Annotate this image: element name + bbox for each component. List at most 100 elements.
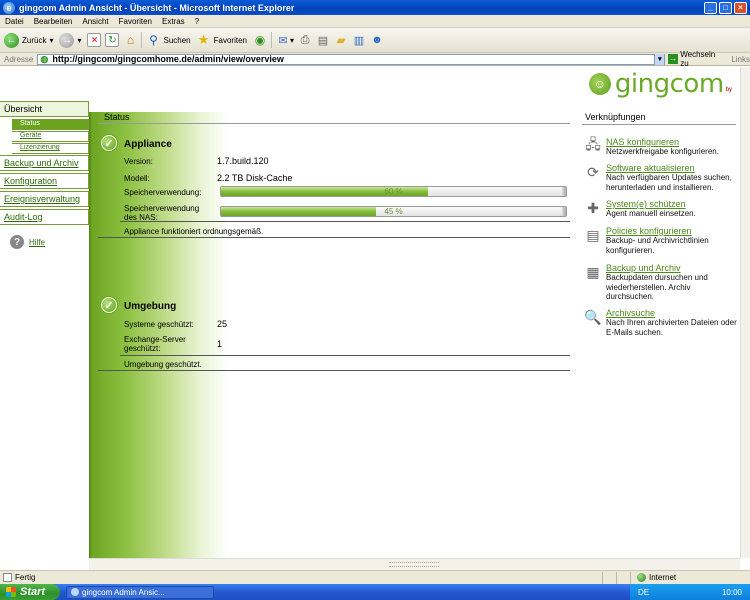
star-icon: ★ <box>197 32 210 47</box>
shortcut-title[interactable]: Backup und Archiv <box>606 263 738 273</box>
chevron-down-icon[interactable]: ▾ <box>49 36 53 45</box>
taskbar: Start gingcom Admin Ansic... DE 10:00 <box>0 584 750 600</box>
address-dropdown-icon[interactable]: ▾ <box>654 53 665 65</box>
messenger-button[interactable]: ☻ <box>370 33 384 47</box>
shortcut-update[interactable]: ⟳ Software aktualisieren Nach verfügbaren… <box>584 163 738 192</box>
chevron-down-icon[interactable]: ▾ <box>77 36 81 45</box>
forward-button[interactable]: → ▾ <box>59 32 81 48</box>
forward-arrow-icon: → <box>59 32 75 48</box>
clock: 10:00 <box>721 587 742 597</box>
taskbar-item-ie[interactable]: gingcom Admin Ansic... <box>66 585 214 599</box>
favorites-label: Favoriten <box>213 35 247 45</box>
shortcut-desc: Backup- und Archivrichtlinien konfigurie… <box>606 236 709 255</box>
shortcuts-header: Verknüpfungen <box>582 112 736 125</box>
shortcut-policies[interactable]: ▤ Policies konfigurieren Backup- und Arch… <box>584 226 738 255</box>
check-icon: ✓ <box>101 135 117 151</box>
ie-icon <box>71 588 79 596</box>
close-button[interactable]: × <box>734 1 747 14</box>
help-label[interactable]: Hilfe <box>29 238 45 247</box>
globe-icon <box>637 573 646 582</box>
help-link[interactable]: ? Hilfe <box>10 235 89 249</box>
systems-value: 25 <box>217 319 228 329</box>
back-arrow-icon: ← <box>4 32 19 48</box>
decorative-band-edge <box>89 112 91 558</box>
horizontal-scrollbar[interactable] <box>89 558 740 570</box>
nas-progress-bar: 45 % <box>220 206 567 217</box>
language-indicator[interactable]: DE <box>638 588 649 597</box>
shortcut-title[interactable]: Software aktualisieren <box>606 163 738 173</box>
menu-bar: Datei Bearbeiten Ansicht Favoriten Extra… <box>0 15 750 28</box>
folder-button[interactable]: ▰ <box>334 33 348 47</box>
home-button[interactable]: ⌂ <box>123 33 137 47</box>
shortcut-title[interactable]: NAS konfigurieren <box>606 137 719 147</box>
left-navigation: Übersicht Status Geräte Lizenzierung Bac… <box>0 101 89 249</box>
nas-label: Speicherverwendung des NAS: <box>124 204 200 222</box>
environment-note: Umgebung geschützt. <box>124 360 202 369</box>
go-arrow-icon: → <box>668 54 679 64</box>
address-input[interactable]: ◍ http://gingcom/gingcomhome.de/admin/vi… <box>37 53 666 65</box>
nav-backup[interactable]: Backup und Archiv <box>0 155 89 171</box>
address-label: Adresse <box>4 54 34 64</box>
stop-button[interactable]: × <box>87 33 102 47</box>
menu-datei[interactable]: Datei <box>0 17 29 26</box>
shortcut-title[interactable]: System(e) schützen <box>606 199 696 209</box>
search-button[interactable]: ⚲ Suchen <box>146 33 191 47</box>
menu-bearbeiten[interactable]: Bearbeiten <box>29 17 78 26</box>
version-label: Version: <box>124 157 153 166</box>
divider <box>120 355 570 356</box>
search-label: Suchen <box>163 35 191 45</box>
nav-overview[interactable]: Übersicht <box>0 101 89 117</box>
shortcut-desc: Nach verfügbaren Updates suchen, herunte… <box>606 173 732 192</box>
shortcut-desc: Agent manuell einsetzen. <box>606 209 696 218</box>
nav-sub-status[interactable]: Status <box>12 119 89 130</box>
menu-extras[interactable]: Extras <box>157 17 190 26</box>
menu-help[interactable]: ? <box>190 17 204 26</box>
status-pane <box>616 571 630 584</box>
edit-button[interactable]: ▤ <box>316 33 330 47</box>
go-button[interactable]: → Wechseln zu <box>668 50 725 68</box>
systems-label: Systeme geschützt: <box>124 320 194 329</box>
address-url[interactable]: http://gingcom/gingcomhome.de/admin/view… <box>52 54 654 64</box>
mail-button[interactable]: ✉ <box>276 33 290 47</box>
links-label[interactable]: Links <box>731 55 750 64</box>
scroll-grip[interactable] <box>389 562 439 567</box>
menu-ansicht[interactable]: Ansicht <box>77 17 113 26</box>
shortcut-title[interactable]: Archivsuche <box>606 308 738 318</box>
storage-percent: 60 % <box>384 187 403 196</box>
nav-config[interactable]: Konfiguration <box>0 173 89 189</box>
page-done-icon <box>3 573 12 582</box>
window-title-bar: e gingcom Admin Ansicht - Übersicht - Mi… <box>0 0 750 15</box>
appliance-title: Appliance <box>124 139 172 150</box>
shield-plus-icon: ✚ <box>587 199 599 216</box>
print-button[interactable]: ⎙ <box>298 33 312 47</box>
shortcut-protect[interactable]: ✚ System(e) schützen Agent manuell einset… <box>584 199 738 219</box>
refresh-button[interactable]: ↻ <box>105 33 120 47</box>
status-pane <box>602 571 616 584</box>
vertical-scrollbar[interactable] <box>740 67 750 558</box>
shortcut-backup[interactable]: ▦ Backup und Archiv Backupdaten dursuchen… <box>584 263 738 302</box>
shortcut-nas[interactable]: 🖧 NAS konfigurieren Netzwerkfreigabe konf… <box>584 136 738 157</box>
research-button[interactable]: ▥ <box>352 33 366 47</box>
toolbar: ← Zurück ▾ → ▾ × ↻ ⌂ ⚲ Suchen ★ Favorite… <box>0 28 750 53</box>
search-icon: 🔍 <box>584 308 602 325</box>
menu-favoriten[interactable]: Favoriten <box>114 17 157 26</box>
maximize-button[interactable]: □ <box>719 1 732 14</box>
shortcut-archive-search[interactable]: 🔍 Archivsuche Nach Ihren archivierten Dat… <box>584 308 738 337</box>
nav-sub-devices[interactable]: Geräte <box>12 131 89 142</box>
chevron-down-icon[interactable]: ▾ <box>290 36 294 45</box>
shortcut-desc: Nach Ihren archivierten Dateien oder E-M… <box>606 318 737 337</box>
nav-audit[interactable]: Audit-Log <box>0 209 89 225</box>
nav-sub-licensing[interactable]: Lizenzierung <box>12 143 89 154</box>
start-button[interactable]: Start <box>0 584 60 600</box>
divider <box>98 237 570 238</box>
back-label: Zurück <box>22 35 47 45</box>
minimize-button[interactable]: _ <box>704 1 717 14</box>
favorites-button[interactable]: ★ Favoriten <box>197 32 247 47</box>
back-button[interactable]: ← Zurück ▾ <box>4 32 53 48</box>
nav-events[interactable]: Ereignisverwaltung <box>0 191 89 207</box>
exchange-value: 1 <box>217 339 223 349</box>
progress-endcap <box>562 187 566 196</box>
security-zone: Internet <box>630 571 750 584</box>
media-button[interactable]: ◉ <box>253 33 267 47</box>
shortcut-title[interactable]: Policies konfigurieren <box>606 226 738 236</box>
